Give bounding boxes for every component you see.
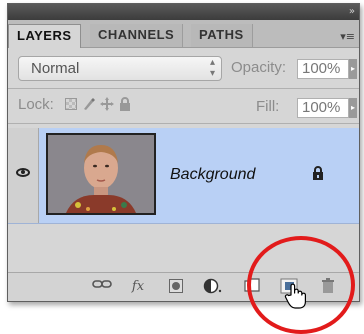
lock-all-icon[interactable] bbox=[119, 97, 131, 111]
hand-cursor-icon bbox=[284, 283, 308, 309]
lock-image-pixels-icon[interactable] bbox=[82, 97, 95, 110]
portrait-thumbnail-image bbox=[48, 135, 154, 213]
tab-paths[interactable]: PATHS bbox=[191, 24, 253, 47]
lock-transparent-pixels-icon[interactable] bbox=[65, 98, 77, 110]
blend-mode-value: Normal bbox=[31, 60, 80, 77]
visibility-toggle[interactable] bbox=[8, 128, 39, 223]
opacity-label: Opacity: bbox=[231, 59, 287, 76]
adjustment-layer-icon[interactable] bbox=[202, 278, 224, 296]
panel-menu-icon[interactable]: ▾≡ bbox=[340, 30, 355, 43]
double-chevron-right-icon[interactable]: » bbox=[349, 5, 355, 19]
link-layers-icon[interactable] bbox=[92, 278, 112, 296]
fill-label: Fill: bbox=[256, 98, 280, 115]
layer-lock-icon bbox=[312, 166, 324, 180]
tab-channels[interactable]: CHANNELS bbox=[90, 24, 184, 47]
layer-thumbnail bbox=[46, 133, 156, 215]
divider bbox=[8, 88, 359, 89]
blend-mode-select[interactable]: Normal ▴ ▾ bbox=[18, 56, 222, 81]
fx-icon[interactable]: fx bbox=[128, 278, 148, 296]
lock-position-icon[interactable] bbox=[100, 97, 114, 111]
eye-icon bbox=[16, 168, 30, 177]
opacity-field[interactable]: 100% bbox=[297, 59, 349, 79]
stepper-arrows-icon: ▴ ▾ bbox=[209, 57, 215, 79]
layer-name[interactable]: Background bbox=[170, 166, 255, 184]
panel-titlebar[interactable]: » bbox=[8, 4, 359, 20]
fill-dropdown-arrow-icon[interactable]: ▸ bbox=[349, 98, 357, 118]
lock-label: Lock: bbox=[18, 96, 54, 113]
add-mask-icon[interactable] bbox=[166, 278, 186, 296]
fill-field[interactable]: 100% bbox=[297, 98, 349, 118]
panel-tabbar: LAYERS CHANNELS PATHS ▾≡ bbox=[8, 20, 359, 48]
layer-row-background[interactable]: Background bbox=[8, 128, 359, 224]
opacity-dropdown-arrow-icon[interactable]: ▸ bbox=[349, 59, 357, 79]
tab-layers[interactable]: LAYERS bbox=[8, 24, 81, 48]
